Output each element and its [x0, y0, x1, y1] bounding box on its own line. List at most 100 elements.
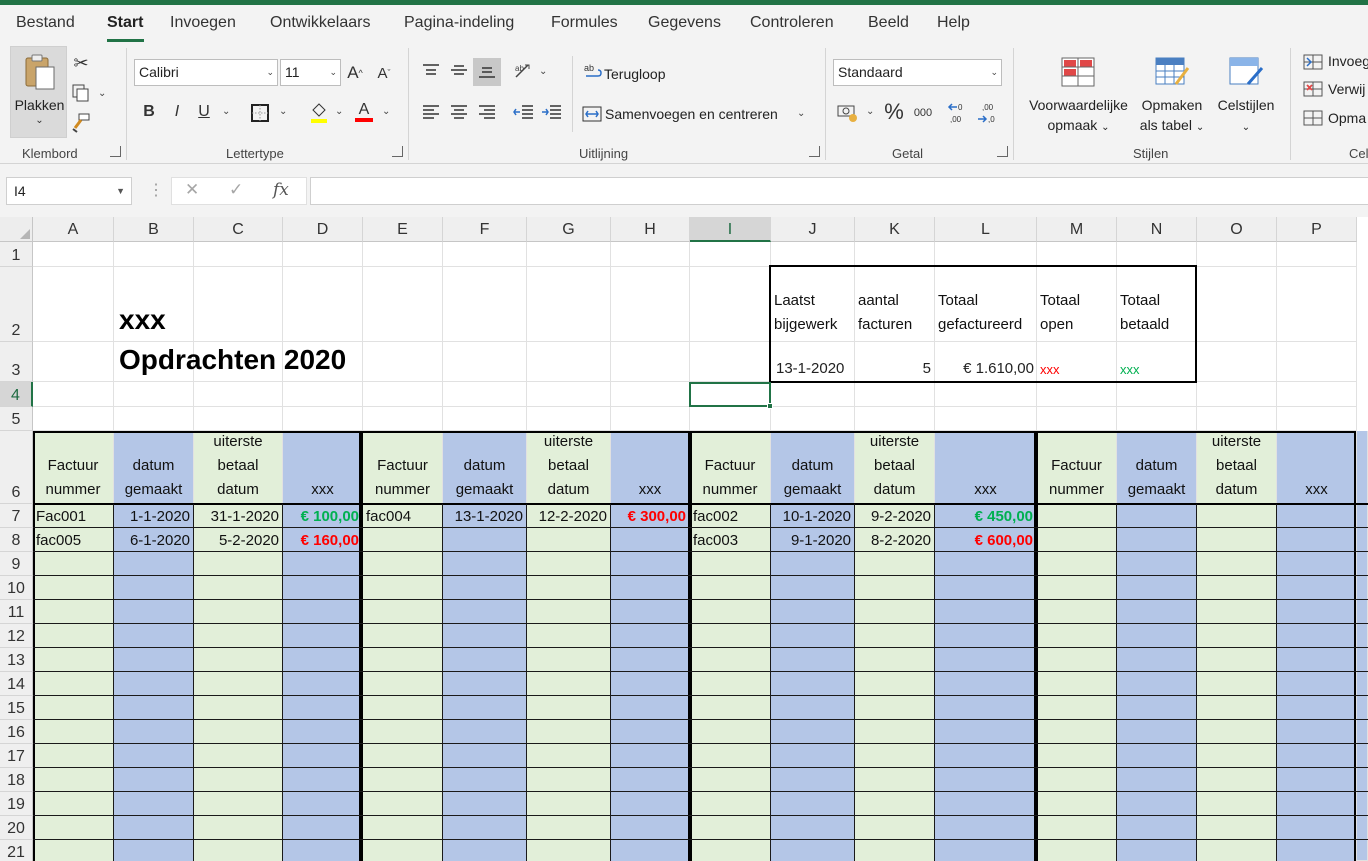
table-cell[interactable] [363, 552, 443, 576]
row-header-5[interactable]: 5 [0, 407, 33, 431]
table-cell[interactable] [771, 600, 855, 624]
row-header-8[interactable]: 8 [0, 528, 33, 552]
column-header-a[interactable]: A [33, 217, 114, 242]
table-cell[interactable]: fac003 [690, 528, 771, 552]
table-cell[interactable] [1277, 504, 1357, 528]
tab-bestand[interactable]: Bestand [16, 14, 75, 32]
tab-beeld[interactable]: Beeld [868, 14, 909, 32]
table-cell[interactable]: Fac001 [33, 504, 114, 528]
table-cell[interactable] [1277, 552, 1357, 576]
table-cell[interactable] [527, 768, 611, 792]
table-cell[interactable] [194, 600, 283, 624]
table-cell[interactable] [1197, 840, 1277, 861]
row-header-2[interactable]: 2 [0, 267, 33, 342]
table-cell[interactable] [194, 696, 283, 720]
table-cell[interactable] [443, 840, 527, 861]
table-cell[interactable] [771, 768, 855, 792]
table-cell[interactable] [1117, 672, 1197, 696]
table-cell[interactable] [935, 816, 1037, 840]
table-cell[interactable] [690, 600, 771, 624]
table-cell[interactable] [611, 768, 690, 792]
row-header-19[interactable]: 19 [0, 792, 33, 816]
table-cell[interactable] [194, 768, 283, 792]
table-cell[interactable] [194, 816, 283, 840]
table-cell[interactable] [283, 648, 363, 672]
table-cell[interactable] [1197, 600, 1277, 624]
active-cell-selection[interactable] [689, 382, 771, 407]
table-cell[interactable] [1277, 816, 1357, 840]
table-cell[interactable] [1117, 648, 1197, 672]
conditional-formatting-icon[interactable] [1059, 55, 1097, 89]
column-header-c[interactable]: C [194, 217, 283, 242]
decrease-font-size-icon[interactable]: Aˇ [372, 61, 396, 85]
table-header-cell[interactable]: Factuur nummer [33, 431, 114, 504]
table-header-cell[interactable]: uiterste betaal datum [194, 431, 283, 504]
table-cell[interactable] [771, 648, 855, 672]
grid-cell[interactable] [443, 407, 527, 431]
select-all-button[interactable] [0, 217, 33, 242]
grid-cell[interactable] [527, 407, 611, 431]
grid-cell[interactable] [690, 407, 771, 431]
table-cell[interactable] [363, 600, 443, 624]
percent-style-button[interactable]: % [882, 98, 906, 126]
table-cell[interactable] [690, 816, 771, 840]
table-cell[interactable] [114, 840, 194, 861]
table-cell[interactable] [527, 552, 611, 576]
table-cell[interactable] [443, 744, 527, 768]
table-cell[interactable] [33, 744, 114, 768]
table-cell[interactable] [1117, 528, 1197, 552]
chevron-down-icon[interactable]: ⌄ [539, 66, 547, 77]
table-cell[interactable] [611, 816, 690, 840]
table-cell[interactable] [771, 696, 855, 720]
grid-cell[interactable] [114, 407, 194, 431]
chevron-down-icon[interactable]: ⌄ [279, 106, 287, 117]
sheet-title-line1[interactable]: xxx [119, 304, 166, 336]
table-cell[interactable] [935, 696, 1037, 720]
column-header-f[interactable]: F [443, 217, 527, 242]
table-cell[interactable]: fac005 [33, 528, 114, 552]
row-header-17[interactable]: 17 [0, 744, 33, 768]
column-header-h[interactable]: H [611, 217, 690, 242]
grid-cell[interactable] [33, 407, 114, 431]
table-cell[interactable]: 10-1-2020 [771, 504, 855, 528]
grid-cell[interactable] [33, 382, 114, 407]
grid-cell[interactable] [363, 407, 443, 431]
table-cell[interactable] [611, 600, 690, 624]
table-cell[interactable] [114, 816, 194, 840]
grid-cell[interactable] [363, 267, 443, 342]
table-cell[interactable] [283, 816, 363, 840]
table-cell[interactable] [1037, 576, 1117, 600]
table-cell[interactable] [855, 720, 935, 744]
table-header-cell[interactable]: datum gemaakt [771, 431, 855, 504]
table-cell[interactable] [443, 600, 527, 624]
row-header-14[interactable]: 14 [0, 672, 33, 696]
table-cell[interactable] [283, 576, 363, 600]
grid-cell[interactable] [1117, 407, 1197, 431]
table-cell[interactable] [1037, 504, 1117, 528]
chevron-down-icon[interactable]: ⌄ [382, 106, 390, 117]
enter-icon[interactable]: ✓ [229, 180, 243, 200]
table-cell[interactable] [1037, 792, 1117, 816]
table-cell[interactable] [1277, 744, 1357, 768]
row-header-3[interactable]: 3 [0, 342, 33, 382]
table-cell[interactable] [1197, 792, 1277, 816]
wrap-text-label[interactable]: Terugloop [604, 66, 666, 82]
table-cell[interactable] [855, 552, 935, 576]
table-cell[interactable] [527, 696, 611, 720]
table-cell[interactable] [935, 840, 1037, 861]
grid-cell[interactable] [1037, 242, 1117, 267]
table-cell[interactable] [771, 816, 855, 840]
table-cell[interactable] [690, 552, 771, 576]
table-header-cell[interactable]: xxx [935, 431, 1037, 504]
table-cell[interactable] [855, 792, 935, 816]
table-cell[interactable] [1037, 720, 1117, 744]
column-header-l[interactable]: L [935, 217, 1037, 242]
table-cell[interactable] [1117, 744, 1197, 768]
table-cell[interactable] [1277, 528, 1357, 552]
table-header-cell[interactable]: uiterste betaal datum [1197, 431, 1277, 504]
table-cell[interactable] [771, 792, 855, 816]
grid-cell[interactable] [690, 267, 771, 342]
table-cell[interactable] [611, 576, 690, 600]
table-cell[interactable] [855, 768, 935, 792]
table-cell[interactable] [855, 696, 935, 720]
